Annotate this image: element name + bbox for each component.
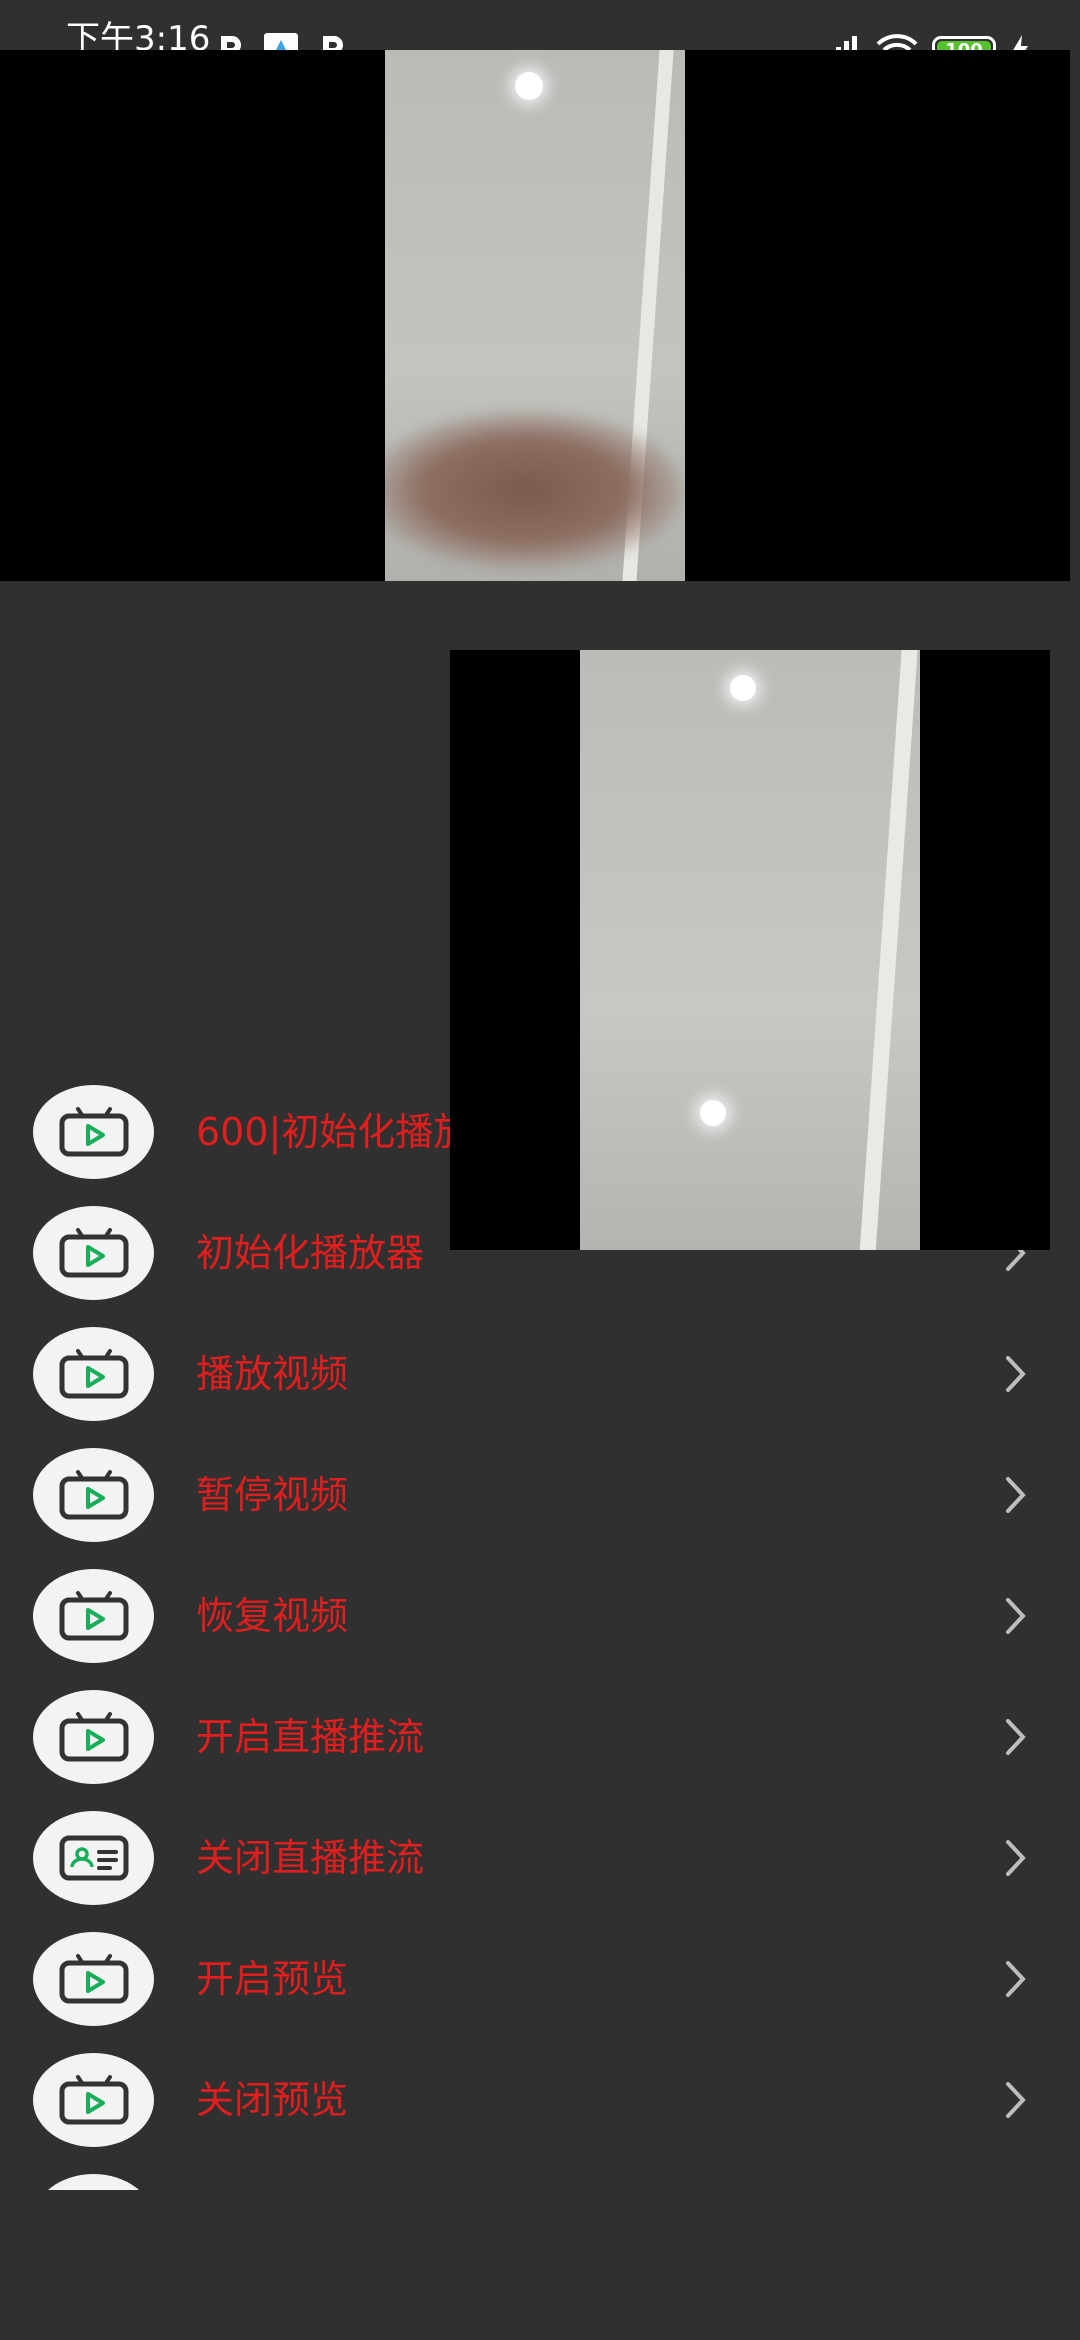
main-video-frame: [385, 50, 685, 581]
list-item-pause-video[interactable]: 暂停视频: [0, 1435, 1080, 1556]
tv-play-icon: [59, 1712, 128, 1762]
tv-play-icon: [59, 1470, 128, 1520]
list-item-icon-bg: [33, 1327, 154, 1421]
chevron-right-icon: [996, 1475, 1036, 1515]
list-item-stop-live-push[interactable]: 关闭直播推流: [0, 1798, 1080, 1919]
id-card-icon: [59, 1835, 128, 1881]
list-item-play-video[interactable]: 播放视频: [0, 1314, 1080, 1435]
chevron-right-icon: [996, 1717, 1036, 1757]
tv-play-icon: [59, 2075, 128, 2125]
chevron-right-icon: [996, 1354, 1036, 1394]
tv-play-icon: [59, 1349, 128, 1399]
list-item-label: 关闭预览: [196, 2078, 349, 2122]
list-item-start-preview[interactable]: 开启预览: [0, 1919, 1080, 2040]
list-item-label: 播放视频: [196, 1352, 349, 1396]
list-item-label: 开启直播推流: [196, 1715, 425, 1759]
list-item-icon-bg: [33, 2053, 154, 2147]
list-item-stop-preview[interactable]: 关闭预览: [0, 2040, 1080, 2161]
tv-play-icon: [59, 1107, 128, 1157]
status-bar: 下午3:16 100: [0, 0, 1080, 67]
tv-play-icon: [59, 1591, 128, 1641]
list-item-start-live-push[interactable]: 开启直播推流: [0, 1677, 1080, 1798]
list-item-icon-bg: [33, 1690, 154, 1784]
list-item-label: 暂停视频: [196, 1473, 349, 1517]
tv-play-icon: [59, 1228, 128, 1278]
list-item-label: 开启预览: [196, 1957, 349, 2001]
ceiling-lamp: [515, 72, 543, 100]
main-video-preview[interactable]: [0, 50, 1070, 581]
list-item-icon-bg: [33, 2174, 154, 2190]
overlay-video-frame: [580, 650, 920, 1250]
chevron-right-icon: [996, 2080, 1036, 2120]
list-item-icon-bg: [33, 1569, 154, 1663]
list-item-icon-bg: [33, 1206, 154, 1300]
ceiling-lamp: [700, 1100, 726, 1126]
ceiling-lamp: [730, 675, 756, 701]
list-item-icon-bg: [33, 1085, 154, 1179]
overlay-video-preview[interactable]: [450, 650, 1050, 1250]
list-item-label: 恢复视频: [196, 1594, 349, 1638]
list-item-icon-bg: [33, 1932, 154, 2026]
chevron-right-icon: [996, 1596, 1036, 1636]
list-item-icon-bg: [33, 1811, 154, 1905]
list-item-label: 关闭直播推流: [196, 1836, 425, 1880]
chevron-right-icon: [996, 1838, 1036, 1878]
chevron-right-icon: [996, 1959, 1036, 1999]
list-item-partial[interactable]: [0, 2161, 1080, 2190]
list-item-resume-video[interactable]: 恢复视频: [0, 1556, 1080, 1677]
list-item-icon-bg: [33, 1448, 154, 1542]
list-item-label: 初始化播放器: [196, 1231, 425, 1275]
tv-play-icon: [59, 1954, 128, 2004]
wall-edge: [856, 650, 920, 1250]
finger-blur: [385, 410, 685, 570]
